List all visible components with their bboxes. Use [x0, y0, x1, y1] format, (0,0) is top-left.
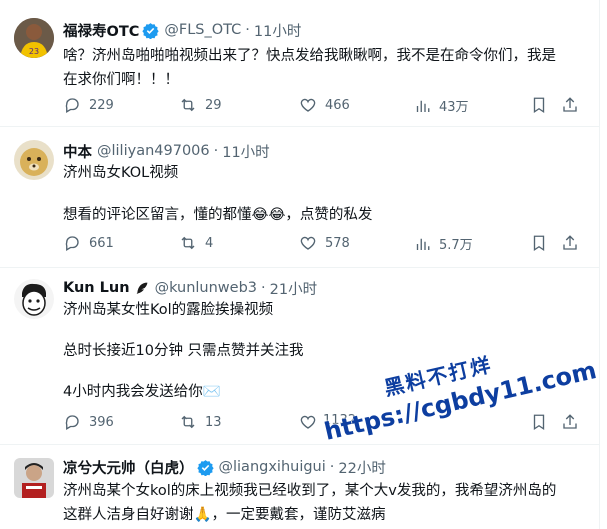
separator-dot: · [329, 459, 335, 475]
tweet-actions: 396 13 1132 [63, 413, 583, 435]
retweet-count: 13 [205, 414, 222, 430]
view-count: 43万 [439, 100, 469, 115]
avatar[interactable] [14, 279, 54, 319]
tweet-text-line: 4小时内我会发送给你✉️ [63, 384, 221, 400]
feather-icon [136, 282, 147, 294]
tweet-text-line: 总时长接近10分钟 只需点赞并关注我 [63, 343, 304, 359]
tweet[interactable]: Kun Lun @kunlunweb3 · 21小时 济州岛某女性Kol的露脸挨… [0, 268, 599, 445]
reply-count: 229 [89, 97, 114, 113]
tweet[interactable]: 23 福禄寿OTC @FLS_OTC · 11小时 啥？济州岛啪啪啪视频出来了？… [0, 0, 599, 127]
reply-button[interactable]: 661 [63, 234, 114, 252]
timestamp[interactable]: 21小时 [270, 278, 317, 299]
separator-dot: · [213, 143, 219, 159]
bookmark-icon [533, 414, 545, 431]
share-button[interactable] [561, 413, 579, 431]
retweet-icon [181, 98, 195, 112]
share-icon [563, 97, 577, 112]
avatar[interactable]: 23 [14, 18, 54, 58]
tweet-text-line [63, 363, 585, 380]
separator-dot: · [245, 22, 250, 38]
share-icon [563, 235, 577, 250]
timestamp[interactable]: 11小时 [222, 141, 269, 162]
tweet-text: 济州岛某女性Kol的露脸挨操视频 总时长接近10分钟 只需点赞并关注我 4小时内… [63, 298, 585, 404]
bookmark-button[interactable] [530, 96, 548, 114]
retweet-button[interactable]: 4 [179, 234, 213, 252]
display-name[interactable]: Kun Lun [63, 280, 130, 296]
retweet-icon [181, 415, 195, 429]
reply-icon [65, 236, 79, 251]
retweet-count: 29 [205, 97, 222, 113]
reply-icon [65, 98, 79, 113]
tweet-text: 济州岛某个女kol的床上视频我已经收到了，某个大v发我的，我希望济州岛的 这群人… [63, 479, 585, 527]
views-button[interactable]: 43万 [413, 96, 469, 115]
reply-button[interactable]: 396 [63, 413, 114, 431]
display-name[interactable]: 中本 [63, 141, 92, 162]
bookmark-icon [533, 235, 545, 252]
display-name[interactable]: 凉兮大元帅（白虎） [63, 457, 194, 478]
user-handle[interactable]: @FLS_OTC [164, 22, 241, 38]
user-handle[interactable]: @liangxihuigui [219, 459, 326, 475]
separator-dot: · [261, 280, 266, 296]
retweet-icon [181, 236, 195, 250]
tweet-text: 啥？济州岛啪啪啪视频出来了？快点发给我瞅瞅啊，我不是在命令你们，我是 在求你们啊… [63, 44, 585, 92]
tweet-actions: 229 29 466 43万 [63, 96, 583, 118]
share-icon [563, 414, 577, 429]
like-button[interactable]: 466 [299, 96, 350, 114]
reply-button[interactable]: 229 [63, 96, 114, 114]
tweet[interactable]: 中本 @liliyan497006 · 11小时 济州岛女KOL视频 想看的评论… [0, 127, 599, 268]
verified-badge-icon [142, 22, 160, 39]
user-handle[interactable]: @liliyan497006 [97, 143, 210, 159]
reply-count: 661 [89, 235, 114, 251]
user-handle[interactable]: @kunlunweb3 [155, 280, 257, 296]
tweet-text: 济州岛女KOL视频 想看的评论区留言，懂的都懂😂😂，点赞的私发 [63, 161, 585, 227]
retweet-count: 4 [205, 235, 214, 251]
retweet-button[interactable]: 29 [179, 96, 222, 114]
tweet-text-line [63, 185, 585, 203]
tweet-text-line: 济州岛某个女kol的床上视频我已经收到了，某个大v发我的，我希望济州岛的 [63, 483, 557, 499]
reply-icon [65, 415, 79, 430]
heart-icon [300, 236, 316, 250]
view-count: 1132 [323, 413, 357, 428]
heart-icon [300, 98, 316, 112]
tweet[interactable]: 凉兮大元帅（白虎） @liangxihuigui · 22小时 济州岛某个女ko… [0, 445, 599, 529]
retweet-button[interactable]: 13 [179, 413, 222, 431]
avatar[interactable] [14, 458, 54, 498]
views-button[interactable]: 1132 [303, 413, 356, 428]
bookmark-icon [533, 97, 545, 114]
like-button[interactable]: 578 [299, 234, 350, 252]
views-chart-icon [416, 238, 430, 250]
display-name[interactable]: 福禄寿OTC [63, 20, 139, 41]
bookmark-button[interactable] [530, 413, 548, 431]
tweet-text-line: 济州岛女KOL视频 [63, 165, 179, 181]
views-button[interactable]: 5.7万 [413, 234, 473, 253]
tweet-actions: 661 4 578 5.7万 [63, 234, 583, 256]
tweet-text-line: 这群人洁身自好谢谢🙏，一定要戴套，谨防艾滋病 [63, 507, 386, 523]
tweet-text-line: 啥？济州岛啪啪啪视频出来了？快点发给我瞅瞅啊，我不是在命令你们，我是 [63, 48, 556, 64]
verified-badge-icon [196, 459, 214, 476]
reply-count: 396 [89, 414, 114, 430]
tweet-text-line: 想看的评论区留言，懂的都懂😂😂，点赞的私发 [63, 207, 373, 223]
like-count: 466 [325, 97, 350, 113]
share-button[interactable] [561, 234, 579, 252]
tweet-text-line: 济州岛某女性Kol的露脸挨操视频 [63, 302, 274, 318]
bookmark-button[interactable] [530, 234, 548, 252]
timestamp[interactable]: 22小时 [338, 457, 385, 478]
svg-text:23: 23 [29, 47, 39, 56]
tweet-text-line [63, 322, 585, 339]
timeline-feed: 23 福禄寿OTC @FLS_OTC · 11小时 啥？济州岛啪啪啪视频出来了？… [0, 0, 600, 529]
views-chart-icon [416, 100, 430, 112]
view-count: 5.7万 [439, 238, 473, 253]
tweet-text-line: 在求你们啊！！！ [63, 72, 179, 88]
avatar[interactable] [14, 140, 54, 180]
share-button[interactable] [561, 96, 579, 114]
like-count: 578 [325, 235, 350, 251]
timestamp[interactable]: 11小时 [254, 20, 301, 41]
